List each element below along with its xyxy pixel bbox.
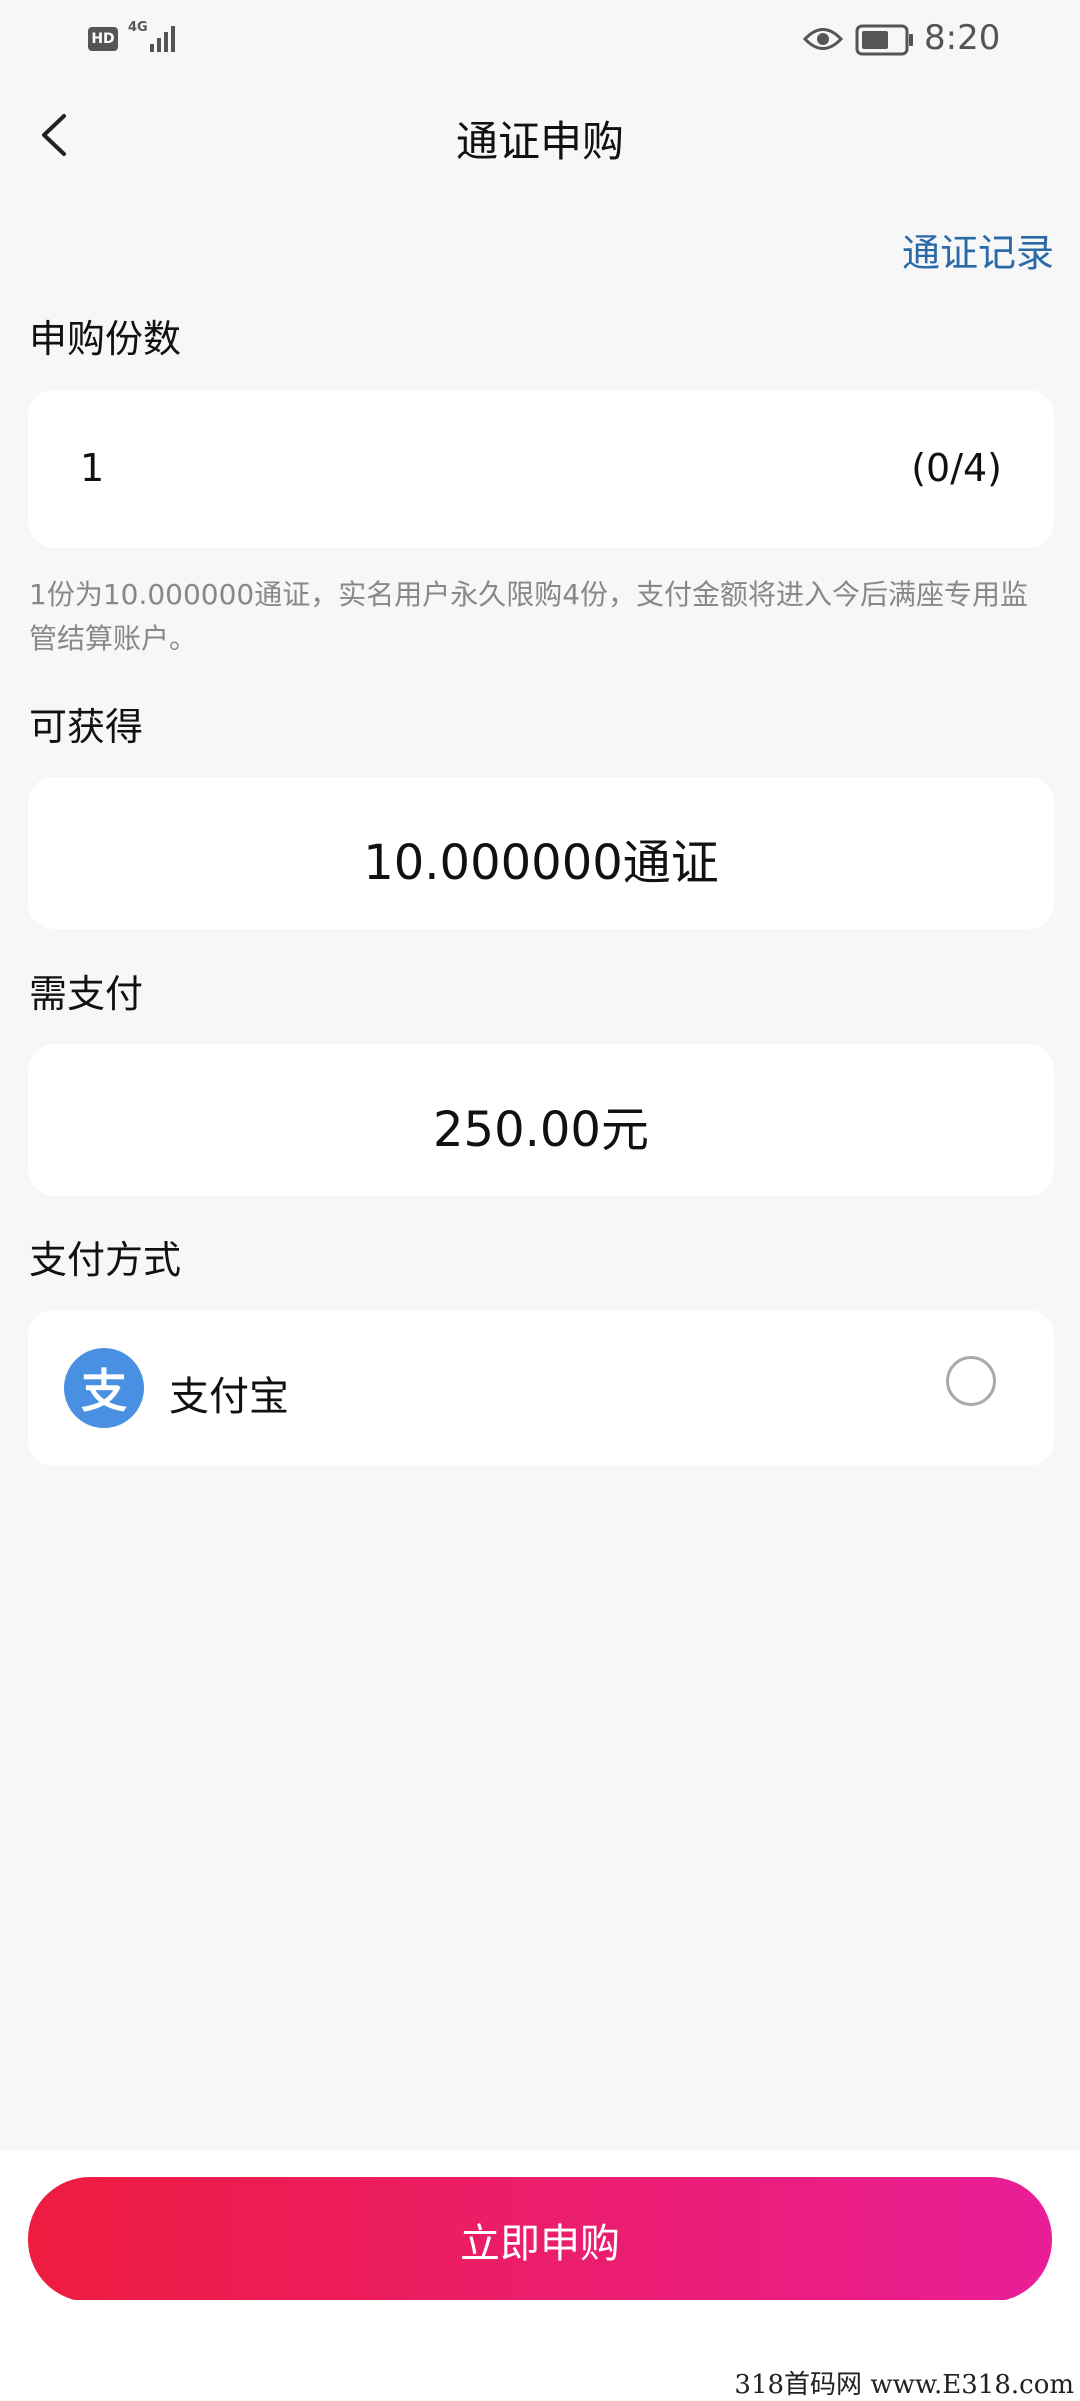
alipay-icon: 支 (64, 1348, 144, 1428)
battery-icon (855, 24, 913, 56)
quantity-label: 申购份数 (29, 317, 182, 361)
quantity-counter: (0/4) (911, 446, 1002, 490)
payment-option-alipay[interactable]: 支 支付宝 (28, 1310, 1054, 1466)
records-link[interactable]: 通证记录 (902, 222, 1054, 277)
quantity-value: 1 (80, 446, 105, 490)
status-bar: HD 4G 8:20 (0, 0, 1080, 80)
payment-option-name: 支付宝 (169, 1374, 289, 1420)
pay-value: 250.00元 (433, 1102, 649, 1158)
alipay-logo-glyph: 支 (81, 1364, 127, 1418)
payment-radio[interactable] (946, 1356, 996, 1406)
pay-card: 250.00元 (28, 1044, 1054, 1196)
eye-icon (803, 28, 843, 50)
obtain-label: 可获得 (29, 705, 144, 749)
payment-method-label: 支付方式 (29, 1238, 182, 1282)
subscribe-button[interactable]: 立即申购 (28, 2177, 1052, 2302)
hd-badge: HD (88, 27, 118, 51)
signal-icon (150, 26, 175, 52)
obtain-card: 10.000000通证 (28, 777, 1054, 929)
status-time: 8:20 (924, 18, 1001, 58)
quantity-note: 1份为10.000000通证，实名用户永久限购4份，支付金额将进入今后满座专用监… (29, 578, 1029, 655)
nav-bar: 通证申购 (0, 90, 1080, 180)
obtain-value: 10.000000通证 (363, 835, 719, 891)
page-title: 通证申购 (455, 117, 624, 166)
quantity-field[interactable]: 1 (0/4) (28, 390, 1054, 548)
watermark: 318首码网 www.E318.com (734, 2370, 1074, 2400)
pay-label: 需支付 (29, 972, 144, 1016)
network-type: 4G (128, 20, 148, 35)
